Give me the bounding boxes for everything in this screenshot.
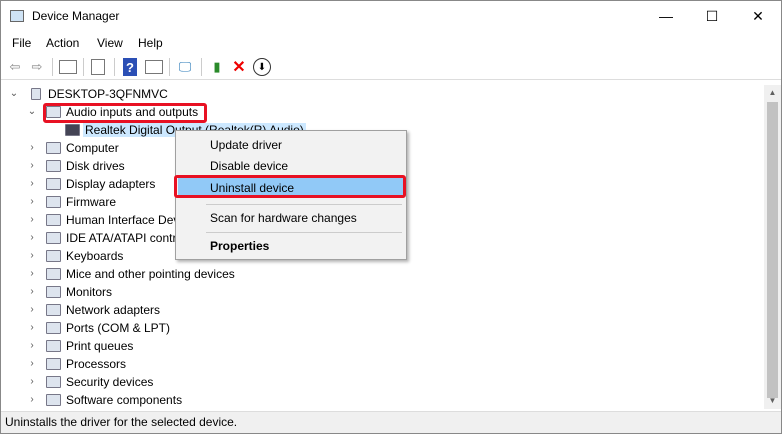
chevron-right-icon[interactable]: › bbox=[27, 355, 37, 373]
tree-category[interactable]: › Processors bbox=[1, 355, 401, 373]
category-label: Print queues bbox=[66, 339, 134, 353]
menu-item-disable-device[interactable]: Disable device bbox=[178, 156, 404, 176]
forward-icon[interactable]: ⇨ bbox=[28, 58, 46, 76]
toolbar: ⇦ ⇨ ? 🖵 ▮ ✕ ⬇ bbox=[1, 54, 781, 80]
chevron-right-icon[interactable]: › bbox=[27, 373, 37, 391]
category-icon bbox=[46, 322, 61, 334]
update-icon[interactable] bbox=[91, 59, 105, 75]
chevron-right-icon[interactable]: › bbox=[27, 193, 37, 211]
category-label: Computer bbox=[66, 141, 119, 155]
category-label: Network adapters bbox=[66, 303, 161, 317]
device-manager-window: Device Manager — ☐ ✕ File Action View He… bbox=[0, 0, 782, 434]
category-icon bbox=[46, 142, 61, 154]
category-icon bbox=[46, 250, 61, 262]
scroll-thumb[interactable] bbox=[767, 102, 778, 398]
window-title: Device Manager bbox=[32, 9, 120, 23]
chevron-down-icon[interactable]: ⌄ bbox=[9, 85, 19, 103]
chevron-right-icon[interactable]: › bbox=[27, 283, 37, 301]
tree-category[interactable]: › Ports (COM & LPT) bbox=[1, 319, 401, 337]
chevron-right-icon[interactable]: › bbox=[27, 337, 37, 355]
chevron-right-icon[interactable]: › bbox=[27, 157, 37, 175]
maximize-button[interactable]: ☐ bbox=[689, 1, 735, 32]
category-label: Mice and other pointing devices bbox=[66, 267, 235, 281]
category-label: Display adapters bbox=[66, 177, 156, 191]
chevron-right-icon[interactable]: › bbox=[27, 175, 37, 193]
menu-action[interactable]: Action bbox=[46, 36, 79, 50]
category-icon bbox=[46, 340, 61, 352]
tree-category[interactable]: › Security devices bbox=[1, 373, 401, 391]
category-icon bbox=[46, 358, 61, 370]
category-label: Security devices bbox=[66, 375, 154, 389]
menu-separator bbox=[206, 232, 402, 233]
title-bar: Device Manager — ☐ ✕ bbox=[1, 1, 781, 32]
tree-category[interactable]: › Software components bbox=[1, 391, 401, 409]
menu-separator bbox=[206, 204, 402, 205]
chevron-right-icon[interactable]: › bbox=[27, 265, 37, 283]
chevron-right-icon[interactable]: › bbox=[27, 229, 37, 247]
scan-icon[interactable]: 🖵 bbox=[176, 58, 194, 76]
category-label: Ports (COM & LPT) bbox=[66, 321, 171, 335]
chevron-right-icon[interactable]: › bbox=[27, 301, 37, 319]
tree-category[interactable]: › Network adapters bbox=[1, 301, 401, 319]
scroll-up-icon[interactable]: ▲ bbox=[764, 85, 781, 101]
tree-category[interactable]: › Monitors bbox=[1, 283, 401, 301]
category-icon bbox=[46, 304, 61, 316]
category-label: Monitors bbox=[66, 285, 113, 299]
menu-help[interactable]: Help bbox=[138, 36, 163, 50]
chevron-right-icon[interactable]: › bbox=[27, 319, 37, 337]
category-icon bbox=[46, 232, 61, 244]
chevron-right-icon[interactable]: › bbox=[27, 247, 37, 265]
chevron-right-icon[interactable]: › bbox=[27, 391, 37, 409]
chevron-right-icon[interactable]: › bbox=[27, 139, 37, 157]
scroll-down-icon[interactable]: ▼ bbox=[764, 393, 781, 409]
category-label: Disk drives bbox=[66, 159, 125, 173]
close-button[interactable]: ✕ bbox=[735, 1, 781, 32]
help-icon[interactable]: ? bbox=[123, 58, 137, 76]
menu-item-scan-hardware[interactable]: Scan for hardware changes bbox=[178, 208, 404, 228]
run-icon[interactable] bbox=[145, 60, 163, 74]
category-icon bbox=[46, 376, 61, 388]
category-icon bbox=[46, 160, 61, 172]
menu-item-properties[interactable]: Properties bbox=[178, 236, 404, 256]
tree-root[interactable]: ⌄ DESKTOP-3QFNMVC bbox=[1, 85, 301, 103]
category-label: Software components bbox=[66, 393, 183, 407]
category-label: Keyboards bbox=[66, 249, 124, 263]
root-label: DESKTOP-3QFNMVC bbox=[48, 87, 168, 101]
menu-item-update-driver[interactable]: Update driver bbox=[178, 135, 404, 155]
menu-bar: File Action View Help bbox=[1, 33, 781, 53]
status-bar: Uninstalls the driver for the selected d… bbox=[1, 411, 781, 433]
uninstall-icon[interactable]: ✕ bbox=[230, 58, 248, 76]
category-label: Processors bbox=[66, 357, 127, 371]
vertical-scrollbar[interactable]: ▲ ▼ bbox=[764, 85, 781, 409]
properties-icon[interactable] bbox=[59, 60, 77, 74]
computer-icon bbox=[31, 88, 41, 100]
category-icon bbox=[46, 286, 61, 298]
chevron-right-icon[interactable]: › bbox=[27, 211, 37, 229]
minimize-button[interactable]: — bbox=[643, 1, 689, 32]
disable-icon[interactable]: ⬇ bbox=[253, 58, 271, 76]
menu-file[interactable]: File bbox=[12, 36, 31, 50]
tree-category[interactable]: › Print queues bbox=[1, 337, 401, 355]
category-icon bbox=[46, 178, 61, 190]
annotation-box-audio bbox=[43, 103, 207, 123]
add-driver-icon[interactable]: ▮ bbox=[208, 58, 226, 76]
category-label: Firmware bbox=[66, 195, 116, 209]
back-icon[interactable]: ⇦ bbox=[6, 58, 24, 76]
menu-view[interactable]: View bbox=[97, 36, 123, 50]
device-manager-icon bbox=[10, 10, 24, 22]
chevron-down-icon[interactable]: ⌄ bbox=[27, 103, 37, 121]
category-icon bbox=[46, 394, 61, 406]
tree-category[interactable]: › Mice and other pointing devices bbox=[1, 265, 401, 283]
category-icon bbox=[46, 196, 61, 208]
annotation-box-uninstall bbox=[174, 175, 406, 198]
audio-device-icon bbox=[65, 124, 80, 136]
category-icon bbox=[46, 214, 61, 226]
category-icon bbox=[46, 268, 61, 280]
